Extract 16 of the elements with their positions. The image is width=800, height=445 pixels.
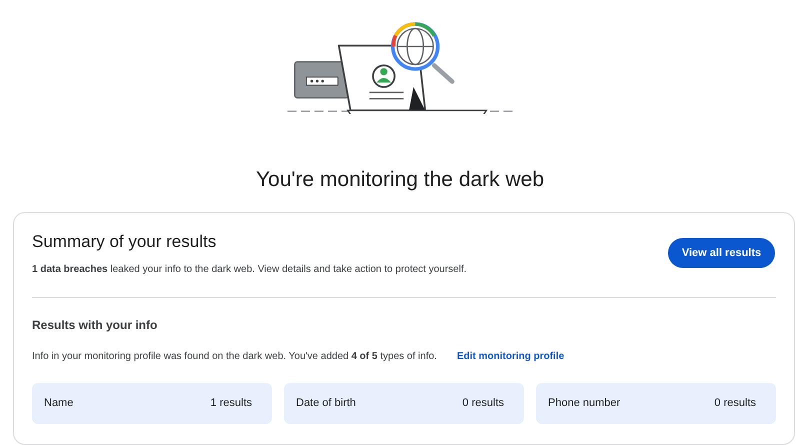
result-count: 1 results (210, 396, 252, 412)
page-title: You're monitoring the dark web (256, 167, 544, 193)
results-description: Info in your monitoring profile was found on the dark web. You've added 4 of 5 types of info. (32, 350, 437, 364)
results-title: Results with your info (32, 317, 158, 334)
info-type-label: Date of birth (296, 396, 356, 412)
view-all-results-button[interactable]: View all results (668, 238, 775, 268)
info-type-label: Name (44, 396, 74, 412)
result-count: 0 results (462, 396, 504, 412)
info-type-tile[interactable]: Name 1 results (32, 383, 272, 424)
result-count: 0 results (714, 396, 756, 412)
edit-profile-link[interactable]: Edit monitoring profile (456, 349, 564, 364)
info-type-tile[interactable]: Phone number 0 results (536, 383, 776, 424)
summary-title: Summary of your results (32, 230, 218, 252)
summary-description: 1 data breaches leaked your info to the dark web. View details and take action to protect yourself. (32, 263, 467, 277)
info-type-tile[interactable]: Date of birth 0 results (284, 383, 524, 424)
info-type-label: Phone number (548, 396, 620, 412)
